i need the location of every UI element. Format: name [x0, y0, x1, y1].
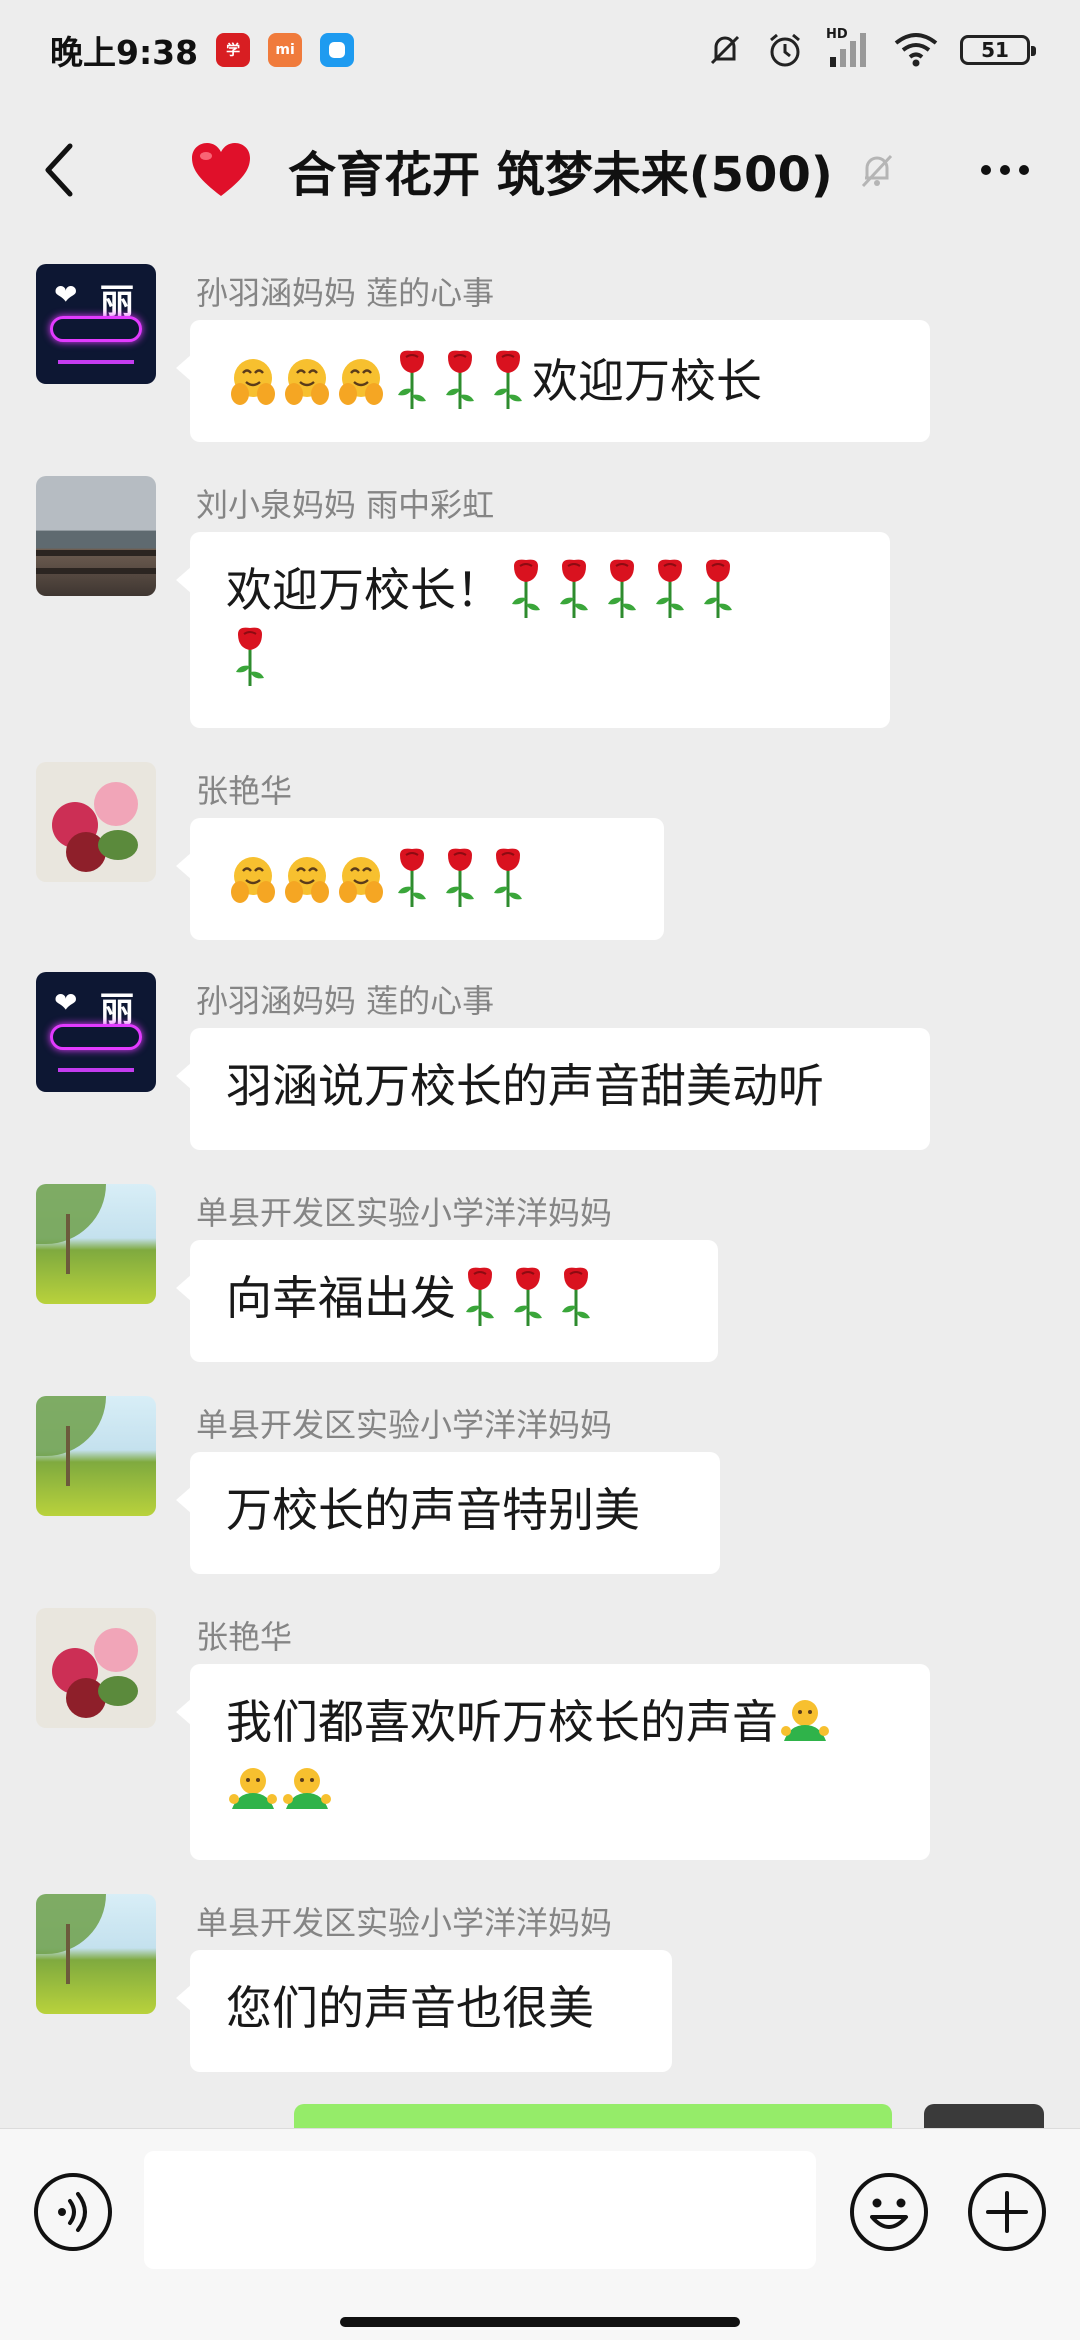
status-bar: 晚上9:38 学 mi HD 51 [0, 0, 1080, 100]
message-item: 张艳华 [36, 762, 1036, 962]
mute-vibrate-icon [710, 35, 740, 65]
sender-name: 单县开发区实验小学洋洋妈妈 [196, 1406, 613, 1444]
chat-header: 合育花开 筑梦未来(500) [0, 100, 1080, 240]
more-functions-button[interactable] [966, 2171, 1048, 2257]
lake-avatar[interactable] [36, 476, 156, 596]
rose-emoji [510, 558, 542, 620]
field-avatar[interactable] [36, 1894, 156, 2014]
sender-name: 张艳华 [196, 1618, 293, 1656]
sender-name: 孙羽涵妈妈 莲的心事 [196, 982, 495, 1020]
neon-avatar[interactable]: ❤ 丽 [36, 264, 156, 384]
message-item: ❤ 丽 孙羽涵妈妈 莲的心事 羽涵说万校长的声音甜美动听 [36, 972, 1036, 1172]
sender-name: 刘小泉妈妈 雨中彩虹 [196, 486, 495, 524]
signal-icon: HD [826, 27, 872, 69]
home-indicator[interactable] [340, 2317, 740, 2327]
more-icon [981, 165, 991, 175]
message-item: 单县开发区实验小学洋洋妈妈 万校长的声音特别美 [36, 1396, 1036, 1596]
back-icon [45, 143, 73, 197]
plus-icon [968, 2173, 1046, 2251]
message-bubble[interactable]: 您们的声音也很美 [176, 1950, 672, 2072]
system-status-icons: HD 51 [706, 27, 1036, 69]
alarm-icon [770, 33, 800, 67]
neon-avatar[interactable]: ❤ 丽 [36, 972, 156, 1092]
emoji-icon [850, 2173, 928, 2251]
more-options-button[interactable] [970, 140, 1040, 200]
rose-emoji [444, 349, 476, 411]
sender-name: 张艳华 [196, 772, 293, 810]
heart-icon [192, 143, 250, 196]
rose-emoji [560, 1266, 592, 1328]
rose-emoji [492, 847, 524, 909]
outgoing-message-bubble[interactable] [294, 2104, 892, 2128]
battery-indicator: 51 [960, 35, 1036, 65]
rose-emoji [606, 558, 638, 620]
rose-emoji [396, 349, 428, 411]
rose-emoji [702, 558, 734, 620]
message-bubble[interactable]: 我们都喜欢听万校长的声音 [176, 1664, 930, 1860]
message-item: 张艳华 我们都喜欢听万校长的声音 [36, 1608, 1036, 1868]
rose-emoji [464, 1266, 496, 1328]
sender-name: 孙羽涵妈妈 莲的心事 [196, 274, 495, 312]
message-text: 万校长的声音特别美 [226, 1483, 640, 1537]
status-time: 晚上9:38 [50, 33, 199, 72]
chat-title-area[interactable]: 合育花开 筑梦未来(500) [190, 135, 897, 205]
hugging-face-emoji [229, 357, 277, 406]
voice-icon [34, 2173, 112, 2251]
message-item: ❤ 丽 孙羽涵妈妈 莲的心事 欢迎万校长 [36, 264, 1036, 464]
hugging-face-emoji [283, 357, 331, 406]
message-text: 欢迎万校长 [532, 354, 762, 408]
message-bubble[interactable]: 欢迎万校长 [176, 320, 930, 442]
message-bubble[interactable]: 向幸福出发 [176, 1240, 718, 1362]
rose-emoji [558, 558, 590, 620]
message-item: 刘小泉妈妈 雨中彩虹 欢迎万校长！ [36, 476, 1036, 736]
mute-icon [861, 154, 892, 188]
message-bubble[interactable] [176, 818, 664, 940]
message-text: 向幸福出发 [226, 1271, 456, 1325]
back-button[interactable] [40, 130, 100, 210]
message-text: 您们的声音也很美 [226, 1981, 594, 2035]
hugging-face-emoji [337, 855, 385, 904]
rose-emoji [654, 558, 686, 620]
wifi-icon [894, 33, 938, 67]
field-avatar[interactable] [36, 1396, 156, 1516]
notification-app-icons: 学 mi [216, 33, 355, 67]
rose-emoji [396, 847, 428, 909]
news-app-icon: 学 [216, 33, 251, 67]
message-text: 我们都喜欢听万校长的声音 [226, 1695, 778, 1749]
rose-emoji [234, 626, 266, 688]
message-text: 羽涵说万校长的声音甜美动听 [226, 1059, 824, 1113]
rose-emoji [512, 1266, 544, 1328]
rose-emoji [492, 349, 524, 411]
battery-level: 51 [981, 38, 1009, 62]
message-bubble[interactable]: 欢迎万校长！ [176, 532, 890, 728]
my-avatar[interactable] [924, 2104, 1044, 2128]
sender-name: 单县开发区实验小学洋洋妈妈 [196, 1194, 613, 1232]
message-item: 单县开发区实验小学洋洋妈妈 您们的声音也很美 [36, 1894, 1036, 2094]
person-shrugging-emoji [229, 1768, 277, 1809]
person-shrugging-emoji [781, 1700, 829, 1741]
message-bubble[interactable]: 万校长的声音特别美 [176, 1452, 720, 1574]
message-item: 单县开发区实验小学洋洋妈妈 向幸福出发 [36, 1184, 1036, 1384]
signal-label: HD [826, 27, 848, 42]
chat-title: 合育花开 筑梦未来(500) [288, 147, 833, 203]
message-list[interactable]: ❤ 丽 孙羽涵妈妈 莲的心事 欢迎万校长 刘小泉妈妈 雨中彩虹 欢迎万校长！ 张艳… [0, 240, 1080, 2128]
hugging-face-emoji [229, 855, 277, 904]
message-bubble[interactable]: 羽涵说万校长的声音甜美动听 [176, 1028, 930, 1150]
input-bar [0, 2128, 1080, 2340]
chat-app-icon [320, 33, 355, 67]
flower-avatar[interactable] [36, 1608, 156, 1728]
message-input[interactable] [144, 2151, 816, 2269]
hugging-face-emoji [283, 855, 331, 904]
message-text: 欢迎万校长！ [226, 563, 502, 617]
emoji-button[interactable] [848, 2171, 930, 2257]
voice-button[interactable] [32, 2171, 114, 2257]
hugging-face-emoji [337, 357, 385, 406]
person-shrugging-emoji [283, 1768, 331, 1809]
sender-name: 单县开发区实验小学洋洋妈妈 [196, 1904, 613, 1942]
rose-emoji [444, 847, 476, 909]
mi-app-icon: mi [268, 33, 303, 67]
flower-avatar[interactable] [36, 762, 156, 882]
field-avatar[interactable] [36, 1184, 156, 1304]
